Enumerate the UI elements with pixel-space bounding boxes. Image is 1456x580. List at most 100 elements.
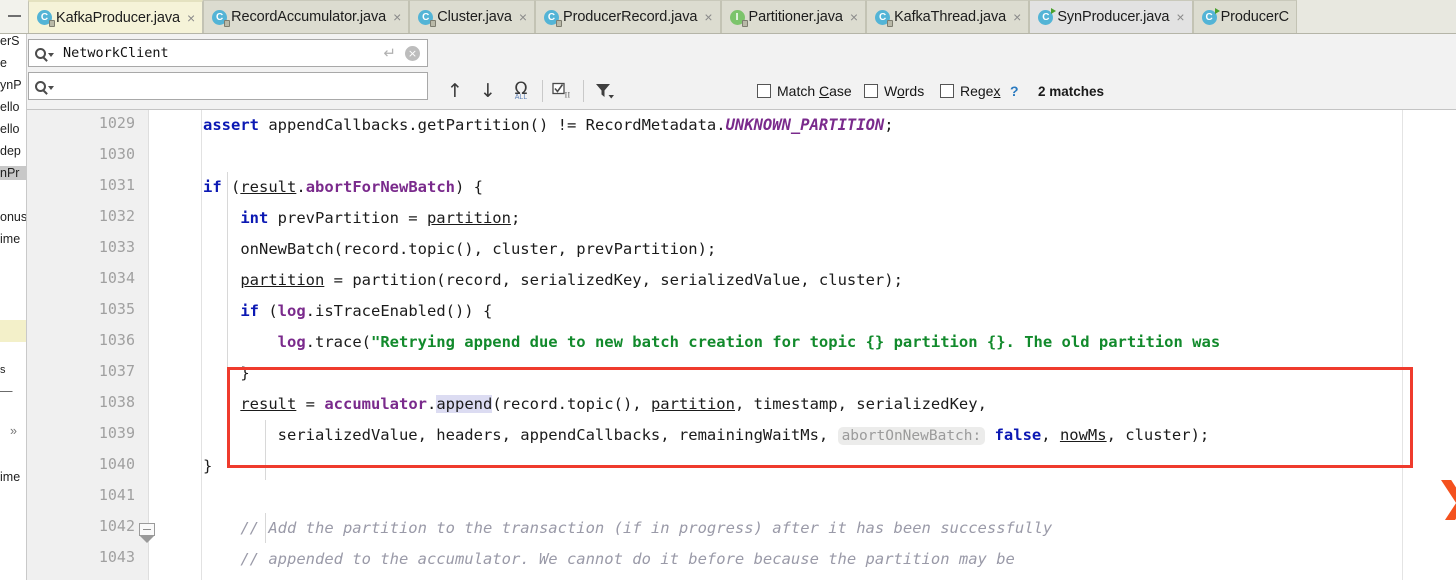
multiline-icon: II — [552, 82, 570, 100]
behind-panel-line: ello — [0, 100, 20, 114]
replace-input[interactable] — [28, 72, 428, 100]
find-replace-panel: NetworkClient ↵ × ↑ ↓ Ω ALL II Replace — [0, 34, 1456, 137]
match-case-option[interactable]: Match Case — [757, 83, 852, 99]
behind-panel-line: ynP — [0, 78, 22, 92]
select-all-occurrences-button[interactable]: Ω ALL — [508, 79, 534, 103]
words-option[interactable]: Words — [864, 83, 924, 99]
line-number: 1041 — [98, 486, 135, 504]
tab-partitioner[interactable]: I Partitioner.java × — [720, 0, 867, 33]
behind-panel-line: ello — [0, 122, 20, 136]
java-class-runnable-icon: C — [1038, 7, 1057, 25]
orange-annotation-mark: ❯ — [1434, 478, 1456, 520]
behind-panel-line: — — [0, 384, 13, 398]
run-badge-icon — [1214, 7, 1220, 14]
multiline-toggle-button[interactable]: II — [550, 79, 576, 103]
code-line-1031: if (result.abortForNewBatch) { — [203, 178, 483, 196]
close-icon[interactable]: × — [704, 9, 712, 25]
tab-producerrecord[interactable]: C ProducerRecord.java × — [535, 0, 721, 33]
line-number: 1032 — [98, 207, 135, 225]
words-label: Words — [884, 83, 925, 99]
tab-label: RecordAccumulator.java — [231, 9, 387, 25]
replace-history-icon[interactable] — [35, 80, 54, 92]
annotation-strip[interactable] — [149, 110, 202, 580]
tab-list-collapse-button[interactable] — [0, 0, 28, 33]
editor-tab-bar: C KafkaProducer.java × C RecordAccumulat… — [0, 0, 1456, 34]
tab-kafkathread[interactable]: C KafkaThread.java × — [866, 0, 1030, 33]
line-number-gutter[interactable]: 1029 1030 1031 1032 1033 1034 1035 1036 … — [27, 110, 148, 580]
behind-panel-line: onus — [0, 210, 27, 224]
code-line-1042: // Add the partition to the transaction … — [203, 519, 1053, 537]
tab-label: KafkaProducer.java — [56, 9, 180, 26]
close-icon[interactable]: × — [1013, 9, 1021, 25]
words-checkbox[interactable] — [864, 84, 878, 98]
regex-help-link[interactable]: ? — [1010, 83, 1019, 99]
search-input-value: NetworkClient — [63, 45, 169, 61]
toolbar-separator — [583, 80, 584, 102]
lock-badge-icon — [556, 19, 563, 27]
regex-option[interactable]: Regex — [940, 83, 1000, 99]
close-icon[interactable]: × — [187, 10, 195, 26]
tab-synproducer[interactable]: C SynProducer.java × — [1029, 0, 1193, 33]
find-next-button[interactable]: ↓ — [476, 79, 500, 103]
tab-label: ProducerC — [1220, 9, 1290, 25]
minus-icon — [7, 15, 21, 17]
line-number: 1033 — [98, 238, 135, 256]
tab-producerc[interactable]: C ProducerC — [1192, 0, 1297, 33]
line-number: 1031 — [98, 176, 135, 194]
run-badge-icon — [1051, 7, 1057, 14]
match-case-label: Match Case — [777, 83, 852, 99]
close-icon[interactable]: × — [1176, 9, 1184, 25]
chevron-down-icon — [48, 86, 54, 90]
tab-cluster[interactable]: C Cluster.java × — [409, 0, 536, 33]
enter-icon[interactable]: ↵ — [383, 44, 396, 62]
java-class-icon: C — [37, 10, 55, 27]
background-tool-panel[interactable]: erS e ynP ello ello dep nPr onus ime s —… — [0, 34, 27, 580]
behind-panel-line: e — [0, 56, 7, 70]
code-text-area[interactable]: assert appendCallbacks.getPartition() !=… — [203, 110, 1456, 580]
behind-panel-line: ime — [0, 232, 21, 246]
find-previous-button[interactable]: ↑ — [443, 79, 467, 103]
code-line-1037: } — [203, 364, 250, 382]
lock-badge-icon — [430, 19, 437, 27]
close-icon[interactable]: × — [850, 9, 858, 25]
java-class-icon: C — [418, 9, 437, 27]
tab-recordaccumulator[interactable]: C RecordAccumulator.java × — [203, 0, 410, 33]
arrow-up-icon: ↑ — [447, 79, 463, 102]
code-line-1038: result = accumulator.append(record.topic… — [240, 395, 987, 413]
regex-checkbox[interactable] — [940, 84, 954, 98]
behind-panel-line: dep — [0, 144, 21, 158]
tab-label: KafkaThread.java — [894, 9, 1007, 25]
code-line-1036: log.trace("Retrying append due to new ba… — [277, 333, 1221, 351]
behind-panel-expand[interactable]: » — [10, 424, 17, 438]
line-number: 1040 — [98, 455, 135, 473]
clear-search-icon[interactable]: × — [405, 45, 420, 61]
java-class-runnable-icon: C — [1201, 7, 1220, 25]
lock-badge-icon — [49, 20, 55, 27]
code-editor[interactable]: 1029 1030 1031 1032 1033 1034 1035 1036 … — [27, 110, 1456, 580]
match-case-checkbox[interactable] — [757, 84, 771, 98]
line-number: 1037 — [98, 362, 135, 380]
java-interface-icon: I — [729, 9, 748, 27]
filter-button[interactable] — [592, 79, 618, 103]
line-number: 1029 — [98, 114, 135, 132]
behind-panel-line-selected[interactable]: nPr — [0, 166, 26, 180]
java-class-icon: C — [544, 9, 563, 27]
search-icon[interactable] — [35, 47, 54, 59]
line-number: 1038 — [98, 393, 135, 411]
close-icon[interactable]: × — [393, 9, 401, 25]
line-number: 1035 — [98, 300, 135, 318]
close-icon[interactable]: × — [519, 9, 527, 25]
match-count-label: 2 matches — [1038, 84, 1105, 99]
behind-panel-line: erS — [0, 34, 20, 48]
java-class-icon: C — [212, 9, 231, 27]
filter-icon — [596, 84, 614, 99]
code-line-1034: partition = partition(record, serialized… — [240, 271, 903, 289]
code-fold-collapse-icon[interactable] — [139, 523, 155, 543]
line-number: 1042 — [98, 517, 135, 535]
tab-kafkaproducer[interactable]: C KafkaProducer.java × — [28, 0, 204, 33]
line-number: 1043 — [98, 548, 135, 566]
code-line-1033: onNewBatch(record.topic(), cluster, prev… — [203, 240, 717, 258]
code-line-1039: serializedValue, headers, appendCallback… — [203, 426, 1210, 445]
line-number: 1034 — [98, 269, 135, 287]
search-input[interactable]: NetworkClient ↵ × — [28, 39, 428, 67]
